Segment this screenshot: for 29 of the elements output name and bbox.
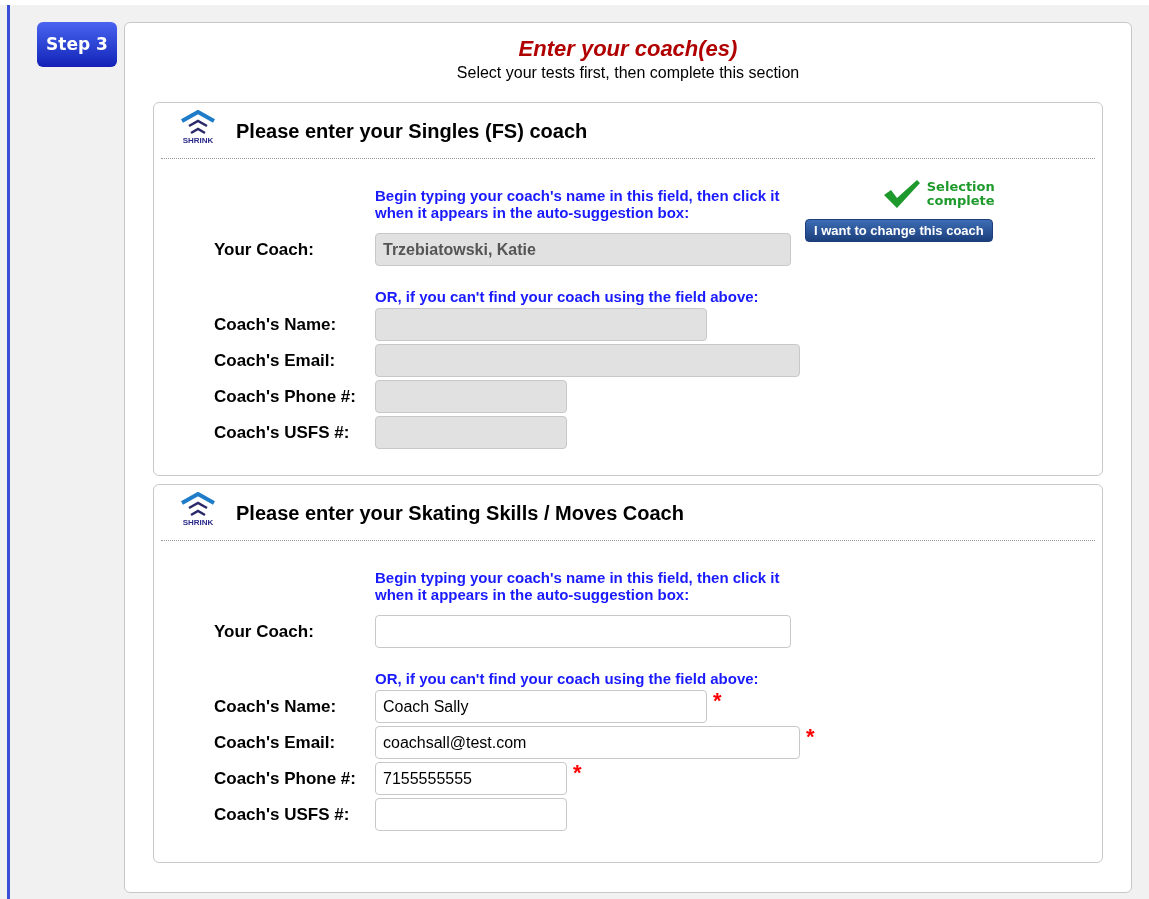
section-subtitle: Select your tests first, then complete this section bbox=[455, 63, 801, 83]
input-field[interactable] bbox=[375, 615, 791, 648]
input-field[interactable]: coachsall@test.com bbox=[375, 726, 800, 759]
required-mark: * bbox=[806, 726, 815, 748]
panel-title: Please enter your Skating Skills / Moves Coach bbox=[236, 500, 684, 526]
field-label: Coach's Email: bbox=[214, 350, 337, 372]
required-mark: * bbox=[573, 762, 582, 784]
input-field[interactable] bbox=[375, 798, 567, 831]
change-coach-button[interactable]: I want to change this coach bbox=[805, 219, 993, 242]
step-badge: Step 3 bbox=[37, 22, 117, 67]
field-label: Coach's Phone #: bbox=[214, 768, 357, 790]
field-label: Coach's USFS #: bbox=[214, 804, 351, 826]
required-mark: * bbox=[713, 690, 722, 712]
input-field[interactable]: Coach Sally bbox=[375, 690, 707, 723]
hint-text: Begin typing your coach's name in this field, then click it when it appears in the auto-suggestion box: bbox=[375, 569, 781, 603]
field-label: Your Coach: bbox=[214, 238, 315, 261]
field-label: Coach's Phone #: bbox=[214, 386, 357, 408]
hint-text: Begin typing your coach's name in this field, then click it when it appears in the auto-suggestion box: bbox=[375, 187, 781, 221]
field-label: Coach's Name: bbox=[214, 696, 338, 718]
field-label: Coach's USFS #: bbox=[214, 422, 351, 444]
field-label: Your Coach: bbox=[214, 620, 315, 643]
hint-text: OR, if you can't find your coach using the field above: bbox=[375, 670, 760, 687]
field-label: Coach's Name: bbox=[214, 314, 338, 336]
hint-text: OR, if you can't find your coach using the field above: bbox=[375, 288, 760, 305]
panel-title: Please enter your Singles (FS) coach bbox=[236, 118, 588, 144]
field-label: Coach's Email: bbox=[214, 732, 337, 754]
section-title: Enter your coach(es) bbox=[517, 35, 739, 63]
input-field[interactable]: 7155555555 bbox=[375, 762, 567, 795]
check-icon bbox=[882, 179, 921, 209]
